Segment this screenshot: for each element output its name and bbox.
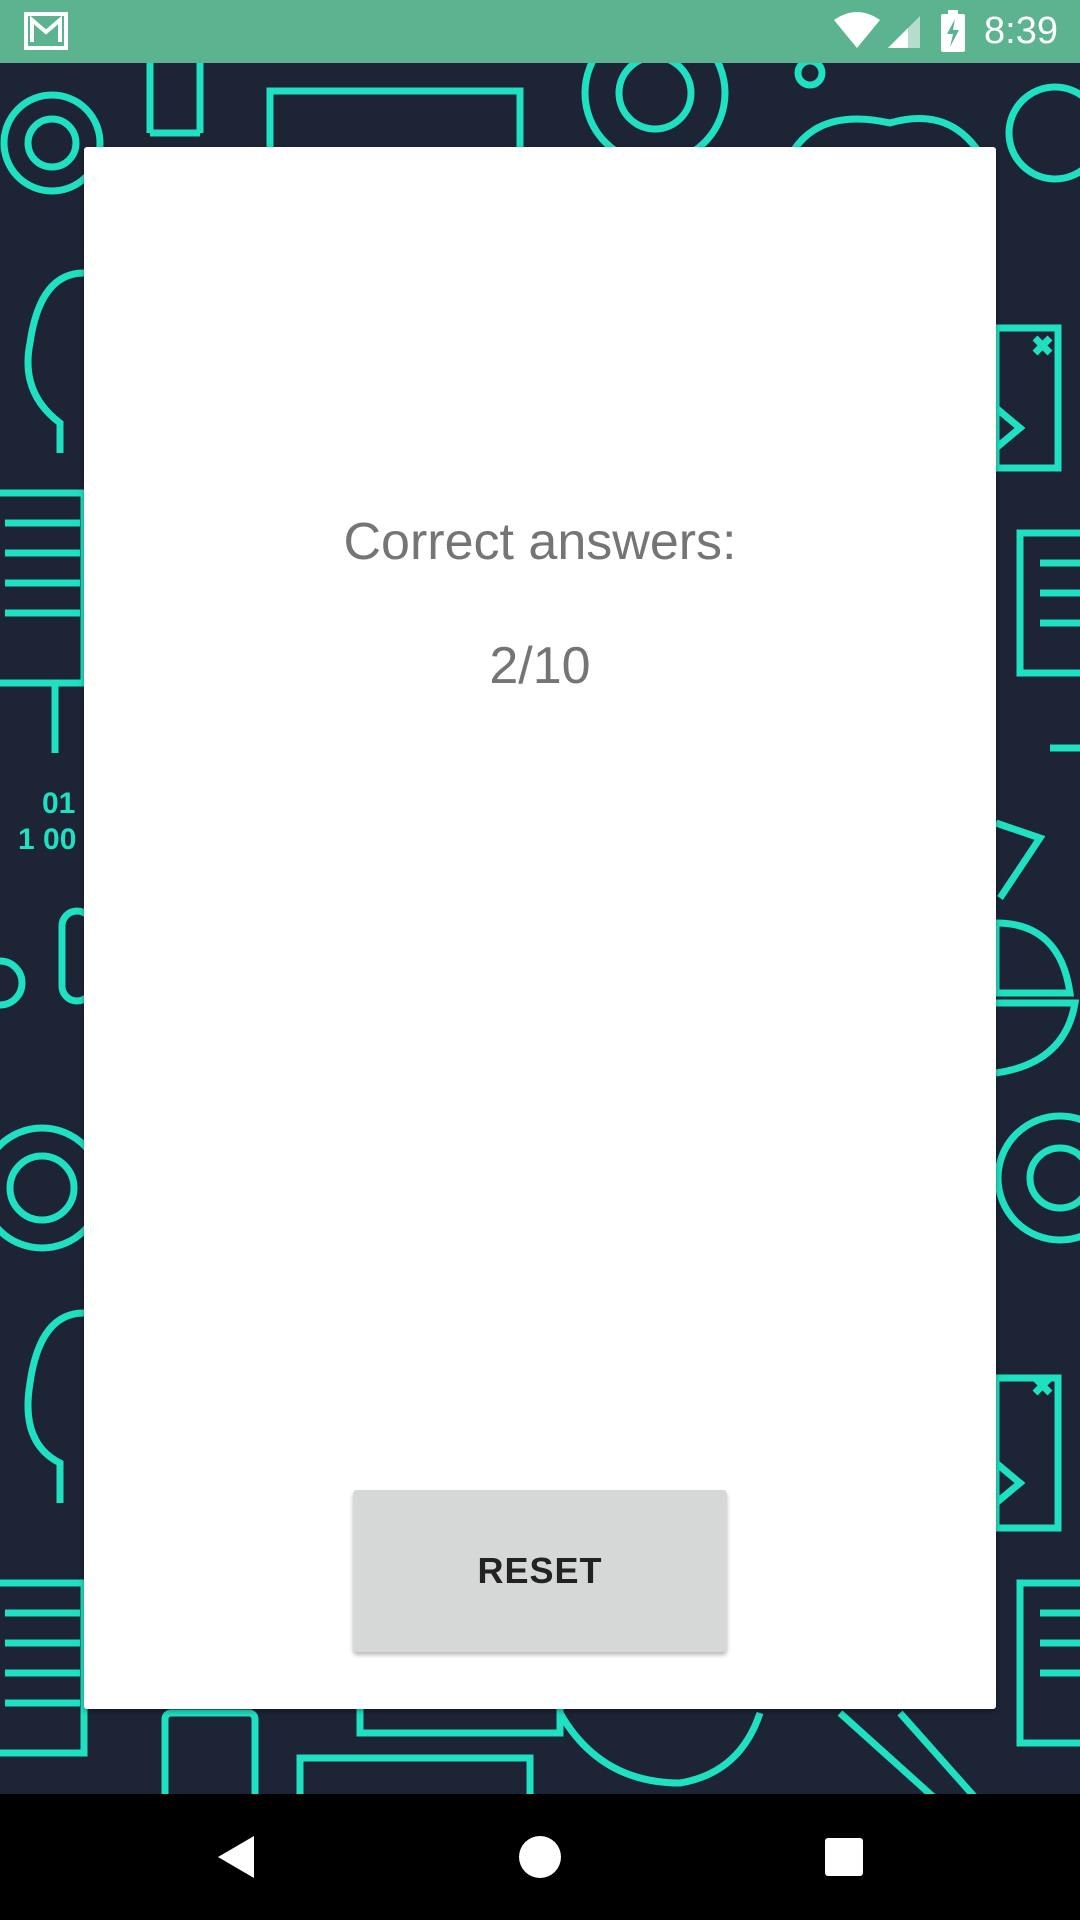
- binary-line-1: 01: [42, 787, 75, 820]
- status-bar: 8:39: [0, 0, 1080, 63]
- result-card: Correct answers: 2/10 RESET: [84, 147, 996, 1709]
- back-icon: [218, 1836, 254, 1878]
- correct-answers-label: Correct answers:: [343, 513, 737, 571]
- navigation-bar: [0, 1794, 1080, 1920]
- home-icon: [519, 1836, 561, 1878]
- gmail-icon: [24, 12, 68, 50]
- binary-line-2: 1 00: [18, 823, 76, 856]
- recents-button[interactable]: [754, 1794, 934, 1920]
- recents-icon: [825, 1838, 863, 1876]
- reset-button[interactable]: RESET: [353, 1490, 727, 1652]
- back-button[interactable]: [146, 1794, 326, 1920]
- home-button[interactable]: [450, 1794, 630, 1920]
- signal-icon: [888, 16, 920, 48]
- wifi-icon: [834, 12, 880, 48]
- clock: 8:39: [984, 10, 1058, 52]
- score-value: 2/10: [489, 637, 591, 695]
- battery-charging-icon: [941, 10, 965, 52]
